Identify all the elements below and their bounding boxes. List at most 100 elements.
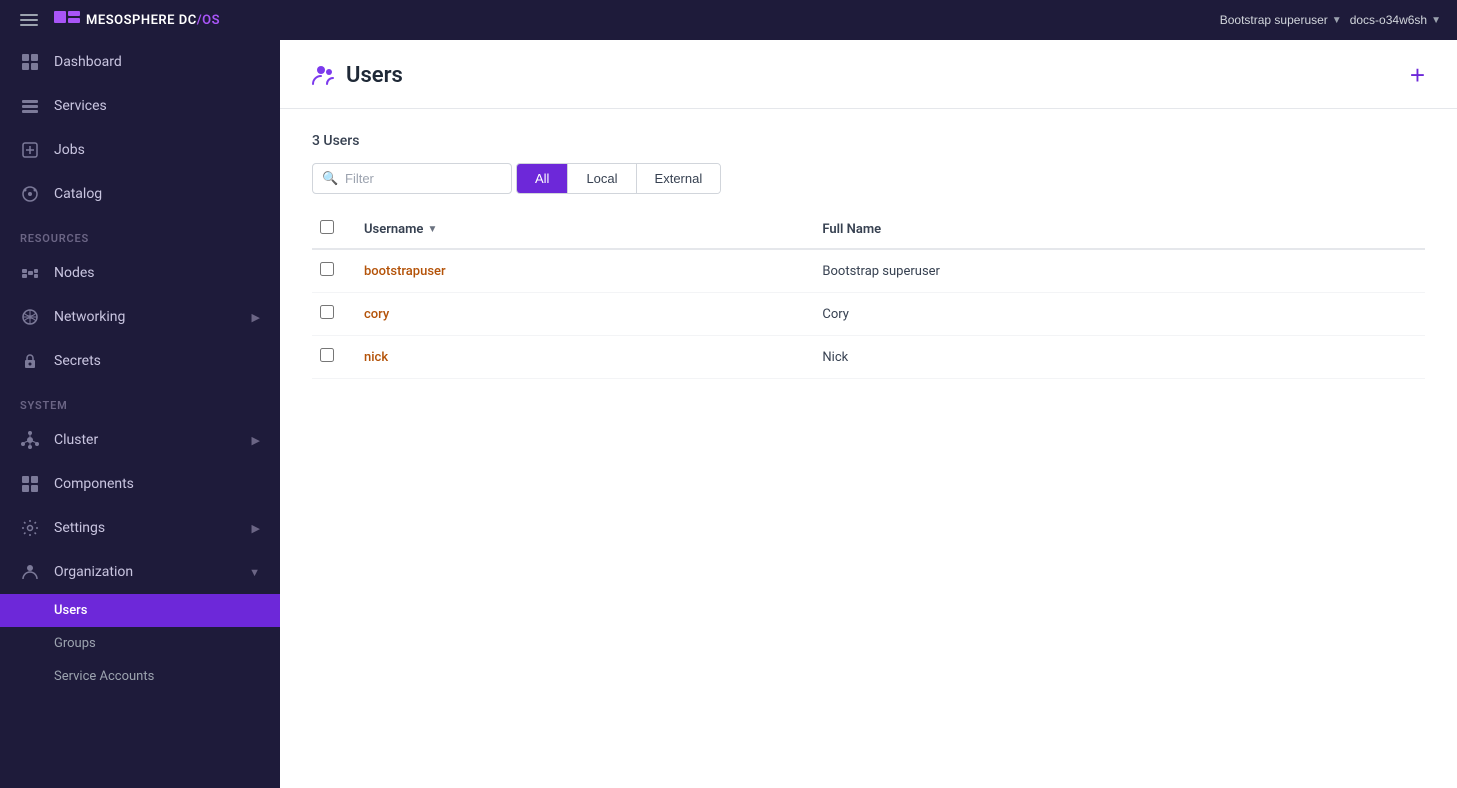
sidebar: Dashboard Services Jobs bbox=[0, 40, 280, 788]
sidebar-item-services[interactable]: Services bbox=[0, 84, 280, 128]
table-row: cory Cory bbox=[312, 293, 1425, 336]
services-icon bbox=[20, 96, 40, 116]
fullname-cell: Bootstrap superuser bbox=[810, 249, 1425, 293]
row-check-cell bbox=[312, 249, 352, 293]
username-link[interactable]: cory bbox=[364, 307, 389, 322]
username-cell: nick bbox=[352, 336, 810, 379]
topbar-cluster-button[interactable]: docs-o34w6sh ▼ bbox=[1350, 13, 1441, 27]
search-icon: 🔍 bbox=[322, 171, 338, 186]
topbar-right: Bootstrap superuser ▼ docs-o34w6sh ▼ bbox=[1220, 13, 1441, 27]
table-header-fullname: Full Name bbox=[810, 210, 1425, 249]
mesosphere-logo-icon bbox=[54, 11, 80, 29]
sidebar-item-cluster-inner: Cluster bbox=[20, 430, 98, 450]
sidebar-item-networking-inner: Networking bbox=[20, 307, 125, 327]
logo-text: MESOSPHERE DC/OS bbox=[86, 13, 220, 28]
organization-icon bbox=[20, 562, 40, 582]
fullname-value: Cory bbox=[822, 307, 849, 322]
sort-arrow-icon: ▼ bbox=[427, 224, 437, 235]
username-col-label: Username bbox=[364, 222, 423, 237]
sidebar-item-networking[interactable]: Networking ▶ bbox=[0, 295, 280, 339]
sidebar-item-service-accounts[interactable]: Service Accounts bbox=[0, 660, 280, 693]
row-checkbox[interactable] bbox=[320, 348, 334, 362]
sidebar-item-catalog[interactable]: Catalog bbox=[0, 172, 280, 216]
row-check-cell bbox=[312, 293, 352, 336]
topbar-user-caret-icon: ▼ bbox=[1332, 15, 1342, 26]
sidebar-item-networking-label: Networking bbox=[54, 309, 125, 325]
main-layout: Dashboard Services Jobs bbox=[0, 40, 1457, 788]
sidebar-item-services-label: Services bbox=[54, 98, 107, 114]
filter-input-wrapper: 🔍 bbox=[312, 163, 512, 194]
sidebar-item-catalog-label: Catalog bbox=[54, 186, 102, 202]
networking-arrow-icon: ▶ bbox=[252, 311, 260, 324]
tab-all[interactable]: All bbox=[517, 164, 568, 193]
tab-external[interactable]: External bbox=[637, 164, 721, 193]
system-section-label: System bbox=[0, 383, 280, 418]
fullname-value: Nick bbox=[822, 350, 848, 365]
table-row: bootstrapuser Bootstrap superuser bbox=[312, 249, 1425, 293]
username-link[interactable]: nick bbox=[364, 350, 388, 365]
table-header: Username ▼ Full Name bbox=[312, 210, 1425, 249]
resources-section-label: Resources bbox=[0, 216, 280, 251]
logo-os: OS bbox=[202, 13, 220, 28]
table-header-username[interactable]: Username ▼ bbox=[352, 210, 810, 249]
page-title-row: Users bbox=[312, 63, 403, 88]
topbar-cluster-caret-icon: ▼ bbox=[1431, 15, 1441, 26]
sidebar-item-cluster-label: Cluster bbox=[54, 432, 98, 448]
sidebar-item-users[interactable]: Users bbox=[0, 594, 280, 627]
sidebar-item-components[interactable]: Components bbox=[0, 462, 280, 506]
secrets-icon bbox=[20, 351, 40, 371]
add-user-button[interactable]: + bbox=[1410, 62, 1425, 88]
sidebar-item-dashboard-label: Dashboard bbox=[54, 54, 122, 70]
hamburger-icon bbox=[20, 24, 38, 26]
sidebar-item-groups-label: Groups bbox=[54, 636, 96, 651]
table-body: bootstrapuser Bootstrap superuser cory C… bbox=[312, 249, 1425, 379]
sidebar-item-cluster[interactable]: Cluster ▶ bbox=[0, 418, 280, 462]
sidebar-item-dashboard[interactable]: Dashboard bbox=[0, 40, 280, 84]
sidebar-item-secrets[interactable]: Secrets bbox=[0, 339, 280, 383]
sidebar-item-jobs[interactable]: Jobs bbox=[0, 128, 280, 172]
users-table: Username ▼ Full Name bootstrapuser bbox=[312, 210, 1425, 379]
fullname-cell: Cory bbox=[810, 293, 1425, 336]
username-link[interactable]: bootstrapuser bbox=[364, 264, 446, 279]
page-title: Users bbox=[346, 63, 403, 88]
sidebar-item-nodes-label: Nodes bbox=[54, 265, 95, 281]
filter-input[interactable] bbox=[312, 163, 512, 194]
settings-arrow-icon: ▶ bbox=[252, 522, 260, 535]
cluster-icon bbox=[20, 430, 40, 450]
tab-local[interactable]: Local bbox=[568, 164, 636, 193]
logo-brand: MESOSPHERE bbox=[86, 13, 175, 28]
users-count: 3 Users bbox=[312, 133, 1425, 149]
topbar-left: MESOSPHERE DC/OS bbox=[16, 10, 220, 30]
username-cell: cory bbox=[352, 293, 810, 336]
row-checkbox[interactable] bbox=[320, 305, 334, 319]
hamburger-icon bbox=[20, 14, 38, 16]
table-header-check bbox=[312, 210, 352, 249]
filter-bar: 🔍 All Local External bbox=[312, 163, 1425, 194]
select-all-checkbox[interactable] bbox=[320, 220, 334, 234]
organization-arrow-icon: ▼ bbox=[249, 566, 260, 579]
sidebar-item-settings[interactable]: Settings ▶ bbox=[0, 506, 280, 550]
sidebar-item-secrets-label: Secrets bbox=[54, 353, 101, 369]
sidebar-item-users-label: Users bbox=[54, 603, 87, 618]
topbar-user-label: Bootstrap superuser bbox=[1220, 13, 1328, 27]
row-check-cell bbox=[312, 336, 352, 379]
hamburger-button[interactable] bbox=[16, 10, 42, 30]
users-page-icon bbox=[312, 63, 336, 87]
main-content: Users + 3 Users 🔍 All Local External bbox=[280, 40, 1457, 788]
sidebar-item-groups[interactable]: Groups bbox=[0, 627, 280, 660]
networking-icon bbox=[20, 307, 40, 327]
topbar-user-button[interactable]: Bootstrap superuser ▼ bbox=[1220, 13, 1342, 27]
hamburger-icon bbox=[20, 19, 38, 21]
sidebar-item-jobs-label: Jobs bbox=[54, 142, 85, 158]
dashboard-icon bbox=[20, 52, 40, 72]
sidebar-item-nodes[interactable]: Nodes bbox=[0, 251, 280, 295]
username-sort[interactable]: Username ▼ bbox=[364, 222, 798, 237]
sidebar-item-service-accounts-label: Service Accounts bbox=[54, 669, 154, 684]
topbar: MESOSPHERE DC/OS Bootstrap superuser ▼ d… bbox=[0, 0, 1457, 40]
username-cell: bootstrapuser bbox=[352, 249, 810, 293]
sidebar-item-components-label: Components bbox=[54, 476, 134, 492]
fullname-cell: Nick bbox=[810, 336, 1425, 379]
page-header: Users + bbox=[280, 40, 1457, 109]
row-checkbox[interactable] bbox=[320, 262, 334, 276]
sidebar-item-organization[interactable]: Organization ▼ bbox=[0, 550, 280, 594]
